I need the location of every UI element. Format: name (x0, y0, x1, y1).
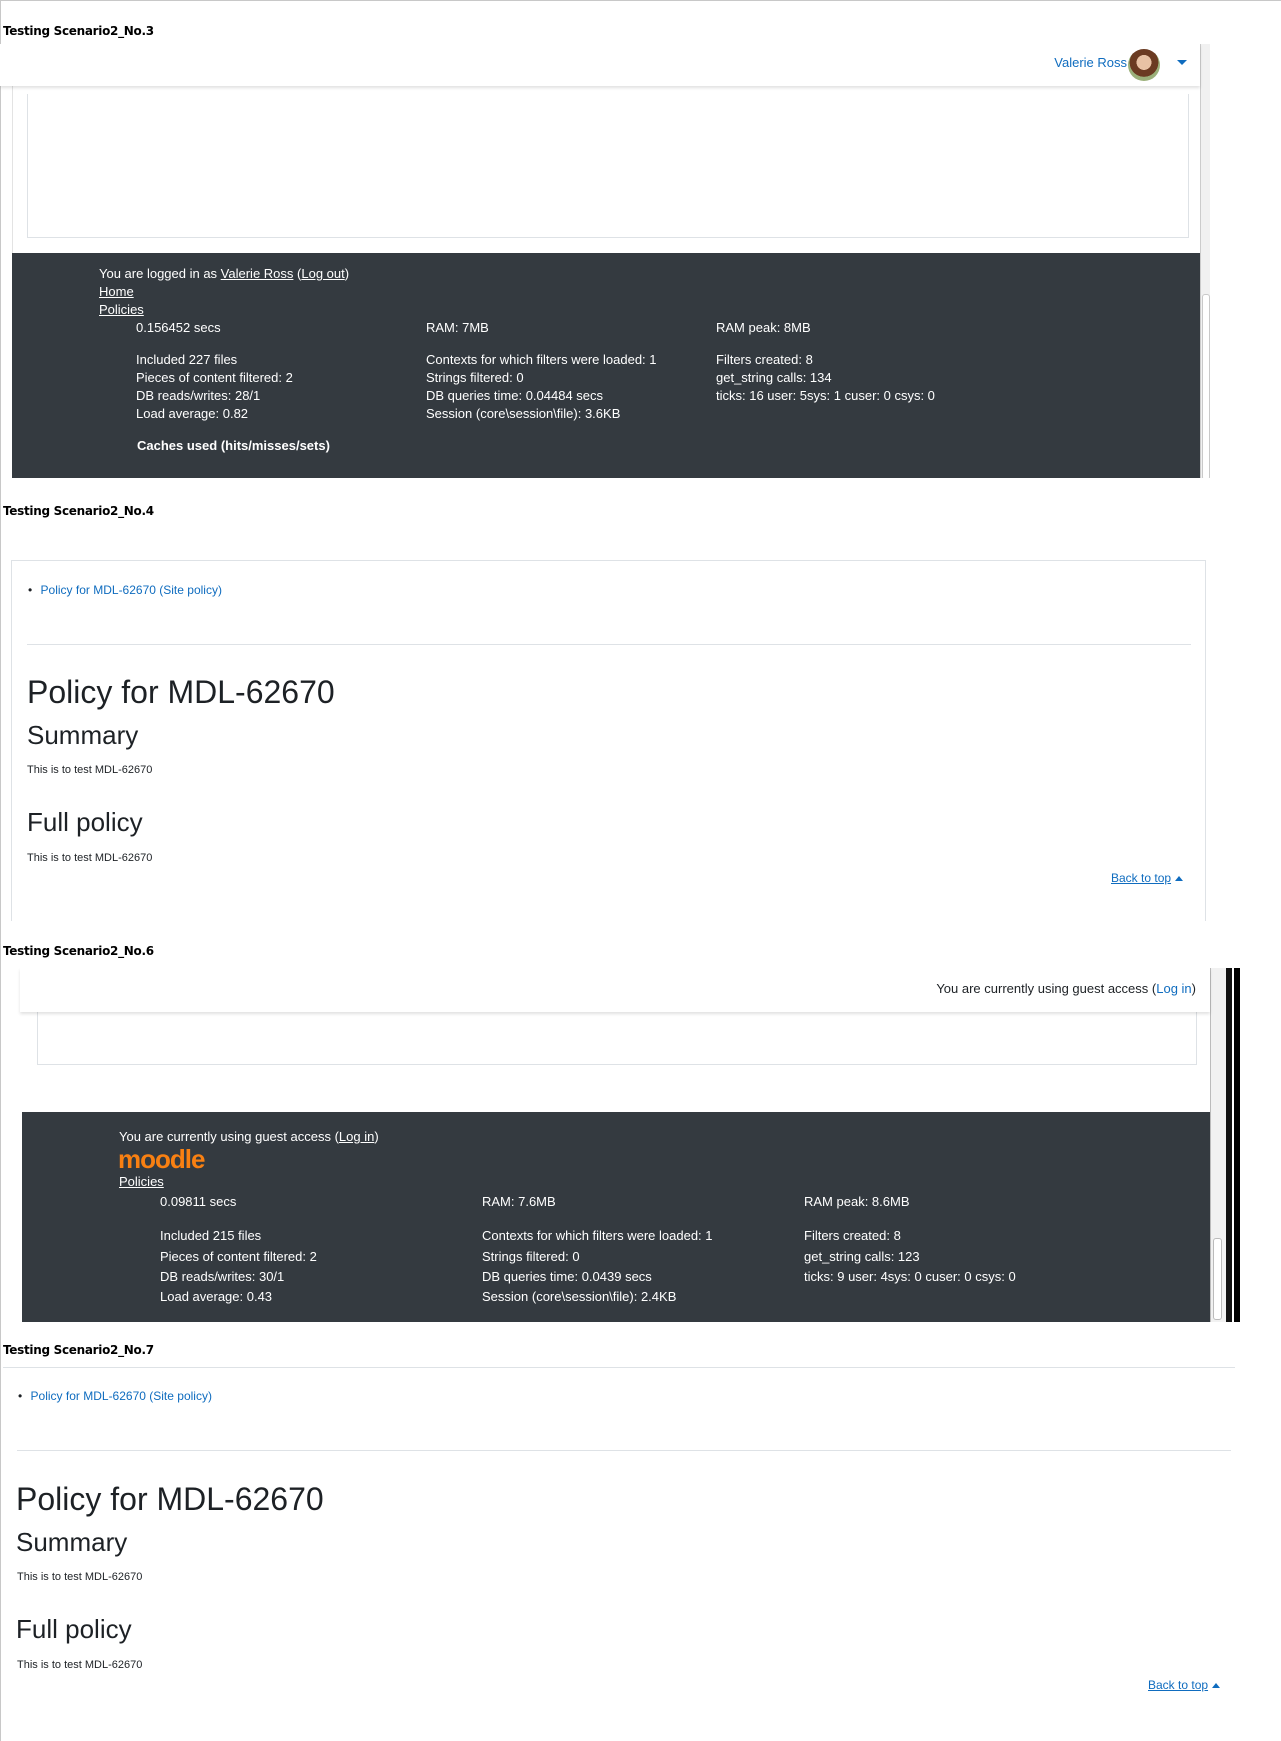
perf-included: Included 227 files (136, 352, 238, 367)
perf-ram-peak: RAM peak: 8MB (716, 320, 811, 335)
scenario-title: Testing Scenario2_No.6 (3, 944, 154, 958)
perf-ram-peak: RAM peak: 8.6MB (804, 1194, 910, 1209)
guest-access-info: You are currently using guest access (Lo… (936, 981, 1196, 996)
logout-link[interactable]: Log out (301, 266, 344, 281)
page-footer: You are logged in as Valerie Ross (Log o… (12, 253, 1200, 478)
perf-ram: RAM: 7.6MB (482, 1194, 556, 1209)
perf-contexts: Contexts for which filters were loaded: … (482, 1228, 713, 1243)
perf-strings: Strings filtered: 0 (426, 370, 524, 385)
summary-heading: Summary (27, 720, 139, 750)
perf-time: 0.156452 secs (136, 320, 221, 335)
login-link[interactable]: Log in (339, 1129, 374, 1144)
back-to-top-link[interactable]: Back to top (1111, 871, 1184, 885)
login-link[interactable]: Log in (1156, 981, 1191, 996)
policies-link[interactable]: Policies (99, 302, 144, 317)
full-policy-text: This is to test MDL-62670 (17, 1659, 143, 1671)
scrollbar-thumb[interactable] (1202, 294, 1210, 478)
divider (17, 1450, 1231, 1451)
policy-list-item: Policy for MDL-62670 (Site policy) (18, 1389, 212, 1403)
scenario-title: Testing Scenario2_No.3 (3, 24, 154, 38)
policies-link[interactable]: Policies (119, 1174, 164, 1189)
divider (3, 1367, 1235, 1368)
perf-ram: RAM: 7MB (426, 320, 489, 335)
scenario-title: Testing Scenario2_No.7 (3, 1343, 154, 1357)
caret-up-icon (1212, 1683, 1221, 1688)
user-avatar[interactable] (1128, 49, 1160, 81)
login-info: You are logged in as Valerie Ross (Log o… (99, 266, 350, 281)
user-menu-name[interactable]: Valerie Ross (1054, 55, 1127, 70)
content-box (27, 94, 1189, 238)
perf-ticks: ticks: 9 user: 4sys: 0 cuser: 0 csys: 0 (804, 1269, 1016, 1284)
scenario-3-screenshot: Valerie Ross You are logged in as Valeri… (0, 44, 1210, 478)
perf-db-time: DB queries time: 0.04484 secs (426, 388, 604, 403)
perf-load: Load average: 0.82 (136, 406, 249, 421)
perf-time: 0.09811 secs (160, 1194, 237, 1209)
caret-down-icon[interactable] (1177, 60, 1187, 65)
perf-contexts: Contexts for which filters were loaded: … (426, 352, 657, 367)
caches-heading: Caches used (hits/misses/sets) (137, 438, 330, 453)
perf-get-string: get_string calls: 123 (804, 1249, 920, 1264)
full-policy-heading: Full policy (16, 1614, 132, 1644)
policy-card (11, 560, 1206, 921)
perf-session: Session (core\session\file): 2.4KB (482, 1289, 677, 1304)
summary-text: This is to test MDL-62670 (27, 764, 153, 776)
full-policy-heading: Full policy (27, 807, 143, 837)
caret-up-icon (1175, 876, 1184, 881)
page-title: Policy for MDL-62670 (16, 1481, 324, 1517)
page-title: Policy for MDL-62670 (27, 674, 335, 710)
window-edge (1234, 968, 1240, 1322)
divider (27, 644, 1191, 645)
perf-strings: Strings filtered: 0 (482, 1249, 580, 1264)
guest-access-info: You are currently using guest access (Lo… (119, 1129, 379, 1144)
perf-ticks: ticks: 16 user: 5sys: 1 cuser: 0 csys: 0 (716, 388, 935, 403)
perf-filters-created: Filters created: 8 (716, 352, 813, 367)
perf-session: Session (core\session\file): 3.6KB (426, 406, 621, 421)
perf-db-time: DB queries time: 0.0439 secs (482, 1269, 652, 1284)
page-footer: You are currently using guest access (Lo… (22, 1112, 1210, 1322)
summary-text: This is to test MDL-62670 (17, 1571, 143, 1583)
policy-link[interactable]: Policy for MDL-62670 (Site policy) (31, 1389, 212, 1403)
scenario-6-screenshot: You are currently using guest access (Lo… (0, 968, 1240, 1322)
perf-filters-created: Filters created: 8 (804, 1228, 901, 1243)
perf-included: Included 215 files (160, 1228, 262, 1243)
policy-link[interactable]: Policy for MDL-62670 (Site policy) (41, 583, 222, 597)
navbar: You are currently using guest access (Lo… (20, 968, 1210, 1012)
navbar: Valerie Ross (0, 44, 1200, 86)
back-to-top-link[interactable]: Back to top (1148, 1678, 1221, 1692)
policy-list-item: Policy for MDL-62670 (Site policy) (28, 583, 222, 597)
page-top-border (0, 0, 1281, 1)
window-edge (1226, 968, 1232, 1322)
perf-pieces: Pieces of content filtered: 2 (136, 370, 293, 385)
summary-heading: Summary (16, 1527, 128, 1557)
scenario-title: Testing Scenario2_No.4 (3, 504, 154, 518)
home-link[interactable]: Home (99, 284, 134, 299)
perf-pieces: Pieces of content filtered: 2 (160, 1249, 317, 1264)
perf-db-rw: DB reads/writes: 30/1 (160, 1269, 285, 1284)
perf-db-rw: DB reads/writes: 28/1 (136, 388, 261, 403)
user-profile-link[interactable]: Valerie Ross (221, 266, 294, 281)
perf-load: Load average: 0.43 (160, 1289, 273, 1304)
content-box (37, 1012, 1197, 1065)
moodle-logo[interactable]: moodle (118, 1144, 205, 1175)
perf-get-string: get_string calls: 134 (716, 370, 832, 385)
scrollbar-thumb[interactable] (1213, 1238, 1222, 1320)
full-policy-text: This is to test MDL-62670 (27, 852, 153, 864)
